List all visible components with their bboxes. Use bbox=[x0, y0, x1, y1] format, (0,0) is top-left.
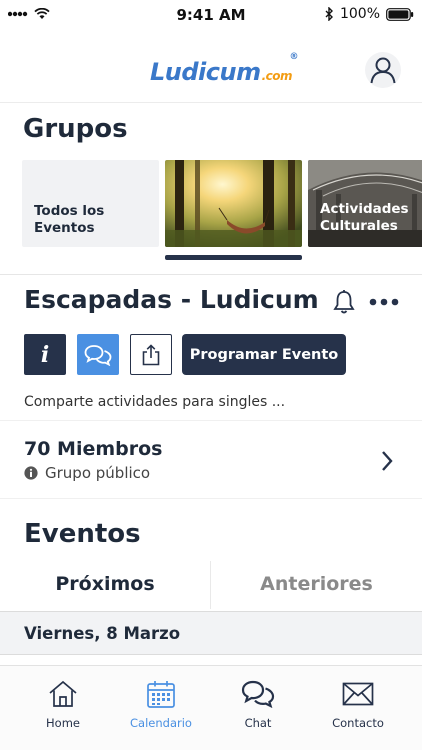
tabbar-label: Home bbox=[46, 716, 80, 730]
more-options-icon[interactable] bbox=[369, 298, 399, 306]
user-icon bbox=[370, 57, 396, 84]
info-button[interactable]: i bbox=[24, 334, 66, 375]
groups-carousel[interactable]: Todos los Eventos Actividades Culturales bbox=[0, 160, 422, 248]
tabbar-label: Contacto bbox=[332, 716, 384, 730]
group-card-label: Eventos bbox=[34, 220, 95, 236]
app-header: Ludicum.com ® bbox=[0, 30, 422, 103]
info-circle-icon bbox=[24, 466, 38, 480]
events-tabs: Próximos Anteriores bbox=[0, 557, 422, 610]
tabbar-item-chat[interactable]: Chat bbox=[213, 678, 303, 730]
tabbar-item-calendar[interactable]: Calendario bbox=[116, 678, 206, 730]
members-count: 70 Miembros bbox=[24, 438, 163, 460]
date-header-text: Viernes, 8 Marzo bbox=[24, 624, 181, 643]
chat-button[interactable] bbox=[77, 334, 119, 375]
info-icon: i bbox=[40, 341, 50, 368]
share-button[interactable] bbox=[130, 334, 172, 375]
tab-past[interactable]: Anteriores bbox=[211, 557, 422, 610]
mail-icon bbox=[342, 682, 374, 706]
logo-suffix: .com bbox=[261, 69, 293, 83]
tabbar-label: Calendario bbox=[130, 716, 192, 730]
group-card-label: Actividades bbox=[320, 201, 409, 217]
group-visibility: Grupo público bbox=[45, 464, 151, 482]
battery-percentage: 100% bbox=[339, 6, 380, 22]
divider bbox=[0, 498, 422, 499]
bottom-tab-bar: Home Calendario Chat Contacto bbox=[0, 665, 422, 750]
calendar-icon bbox=[147, 681, 175, 708]
group-title: Escapadas - Ludicum bbox=[24, 285, 319, 314]
share-icon bbox=[142, 343, 160, 365]
divider bbox=[0, 274, 422, 275]
members-row[interactable]: 70 Miembros Grupo público bbox=[0, 421, 422, 497]
group-card-label: Culturales bbox=[320, 218, 398, 234]
tabbar-item-contact[interactable]: Contacto bbox=[313, 678, 403, 730]
bell-icon[interactable] bbox=[333, 289, 355, 315]
status-bar: 9:41 AM 100% bbox=[0, 0, 422, 30]
forest-hammock-image bbox=[165, 160, 302, 247]
group-card-escapadas[interactable] bbox=[165, 160, 302, 247]
groups-title: Grupos bbox=[23, 114, 128, 144]
group-card-actividades-culturales[interactable]: Actividades Culturales bbox=[308, 160, 422, 247]
logo-registered-mark: ® bbox=[289, 52, 299, 62]
group-description: Comparte actividades para singles ... bbox=[24, 394, 286, 410]
tabbar-label: Chat bbox=[244, 716, 272, 730]
date-header: Viernes, 8 Marzo bbox=[0, 611, 422, 655]
chat-icon bbox=[241, 680, 275, 708]
battery-icon bbox=[386, 7, 414, 21]
tab-upcoming[interactable]: Próximos bbox=[0, 557, 210, 610]
profile-button[interactable] bbox=[365, 52, 401, 88]
events-title: Eventos bbox=[24, 519, 141, 549]
tabbar-item-home[interactable]: Home bbox=[18, 678, 108, 730]
home-icon bbox=[49, 680, 77, 707]
group-card-all-events[interactable]: Todos los Eventos bbox=[22, 160, 159, 247]
ludicum-logo[interactable]: Ludicum.com ® bbox=[150, 52, 299, 86]
chat-bubbles-icon bbox=[84, 344, 112, 366]
logo-text: Ludicum bbox=[150, 58, 261, 86]
group-card-label: Todos los bbox=[34, 203, 105, 219]
bluetooth-icon bbox=[325, 7, 333, 21]
selected-group-indicator bbox=[165, 255, 302, 260]
chevron-right-icon bbox=[382, 451, 393, 471]
schedule-event-button[interactable]: Programar Evento bbox=[182, 334, 346, 375]
